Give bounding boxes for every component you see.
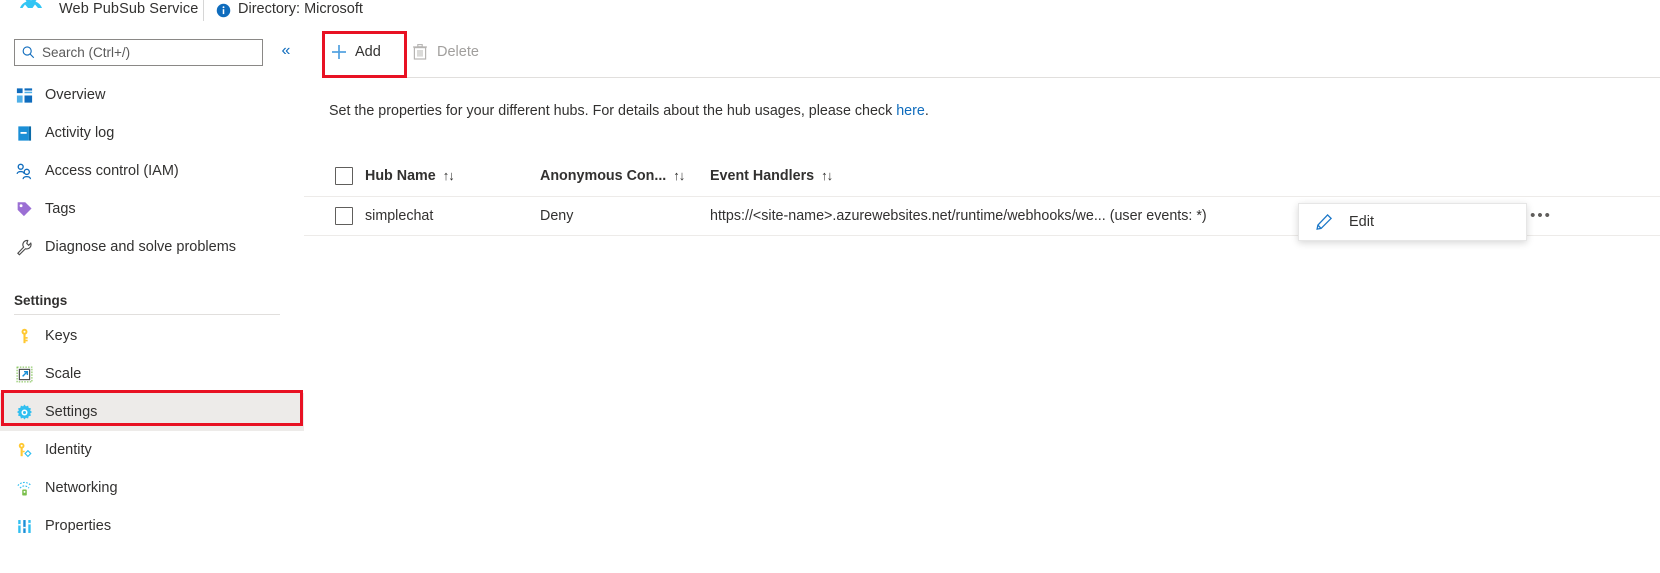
activity-log-icon xyxy=(14,123,34,143)
sidebar-item-scale[interactable]: Scale xyxy=(0,355,304,393)
access-control-icon xyxy=(14,161,34,181)
sidebar-item-label: Networking xyxy=(45,480,118,496)
sidebar-item-label: Activity log xyxy=(45,125,115,141)
scale-icon xyxy=(14,364,34,384)
row-select-checkbox[interactable] xyxy=(335,207,353,225)
sidebar-item-diagnose[interactable]: Diagnose and solve problems xyxy=(0,228,304,266)
sidebar-item-networking[interactable]: Networking xyxy=(0,469,304,507)
plus-icon xyxy=(332,45,346,59)
description-suffix: . xyxy=(924,103,929,119)
column-header-anonymous-connect[interactable]: Anonymous Con... ↑↓ xyxy=(540,167,685,185)
table-header-row: Hub Name ↑↓ Anonymous Con... ↑↓ Event Hand… xyxy=(304,156,1660,196)
identity-key-icon xyxy=(14,440,34,460)
sort-icon[interactable]: ↑↓ xyxy=(821,168,833,183)
column-label: Hub Name xyxy=(365,168,436,184)
sidebar-group-divider xyxy=(14,314,280,315)
azure-logo-icon xyxy=(20,0,42,8)
sidebar-item-label: Tags xyxy=(45,201,76,217)
sidebar-search xyxy=(14,39,263,66)
networking-icon xyxy=(14,478,34,498)
add-button-label: Add xyxy=(355,44,381,60)
wrench-icon xyxy=(14,237,34,257)
pencil-icon xyxy=(1316,213,1333,230)
search-box[interactable] xyxy=(14,39,263,66)
sidebar-item-tags[interactable]: Tags xyxy=(0,190,304,228)
service-name: Web PubSub Service xyxy=(59,1,199,17)
sidebar-group-header: Settings xyxy=(14,293,68,308)
azure-portal-page: Web PubSub Service Directory: Microsoft … xyxy=(0,0,1660,573)
cell-hub-name: simplechat xyxy=(365,208,434,224)
sidebar-item-identity[interactable]: Identity xyxy=(0,431,304,469)
page-description: Set the properties for your different hu… xyxy=(329,103,929,119)
search-icon xyxy=(22,46,35,59)
column-label: Anonymous Con... xyxy=(540,168,667,184)
sidebar-item-label: Properties xyxy=(45,518,112,534)
description-text: Set the properties for your different hu… xyxy=(329,103,897,119)
topbar-divider xyxy=(203,0,204,21)
key-icon xyxy=(14,326,34,346)
info-icon xyxy=(216,3,231,18)
sidebar-item-label: Settings xyxy=(45,404,98,420)
hub-usages-link[interactable]: here xyxy=(896,103,925,119)
row-context-menu: Edit xyxy=(1298,203,1527,241)
sidebar-item-label: Scale xyxy=(45,366,82,382)
context-menu-item-label: Edit xyxy=(1349,214,1374,230)
column-label: Event Handlers xyxy=(710,168,815,184)
sidebar-item-overview[interactable]: Overview xyxy=(0,76,304,114)
sidebar-item-label: Access control (IAM) xyxy=(45,163,179,179)
sidebar-item-label: Identity xyxy=(45,442,92,458)
column-header-event-handlers[interactable]: Event Handlers ↑↓ xyxy=(710,167,833,185)
command-bar-divider xyxy=(322,77,1660,78)
gear-icon xyxy=(14,402,34,422)
sidebar-item-access-control[interactable]: Access control (IAM) xyxy=(0,152,304,190)
collapse-sidebar-button[interactable]: « xyxy=(276,40,296,62)
cell-event-handlers: https://<site-name>.azurewebsites.net/ru… xyxy=(710,208,1207,224)
sidebar-item-settings[interactable]: Settings xyxy=(0,393,304,431)
trash-icon xyxy=(413,44,427,60)
sidebar: « Overview xyxy=(0,26,304,573)
sort-icon[interactable]: ↑↓ xyxy=(443,168,455,183)
overview-icon xyxy=(14,85,34,105)
properties-icon xyxy=(14,516,34,536)
command-bar: Add Delete xyxy=(304,26,1660,78)
top-breadcrumb-bar: Web PubSub Service Directory: Microsoft xyxy=(0,0,1660,26)
main-content: Add Delete Set the properties for your d… xyxy=(304,26,1660,573)
sidebar-nav-list: Overview Activity log Access control (IA… xyxy=(0,76,304,545)
context-menu-item-edit[interactable]: Edit xyxy=(1299,204,1526,240)
row-more-actions-button[interactable]: ••• xyxy=(1526,205,1556,227)
select-all-checkbox[interactable] xyxy=(335,167,353,185)
delete-button[interactable]: Delete xyxy=(412,38,479,66)
sort-icon[interactable]: ↑↓ xyxy=(673,168,685,183)
directory-label: Directory: Microsoft xyxy=(238,1,363,17)
sidebar-item-label: Overview xyxy=(45,87,106,103)
sidebar-item-keys[interactable]: Keys xyxy=(0,317,304,355)
delete-button-label: Delete xyxy=(437,44,479,60)
sidebar-item-label: Keys xyxy=(45,328,78,344)
column-header-hub-name[interactable]: Hub Name ↑↓ xyxy=(365,167,455,185)
cell-anonymous-connect: Deny xyxy=(540,208,574,224)
sidebar-item-label: Diagnose and solve problems xyxy=(45,239,237,255)
sidebar-item-properties[interactable]: Properties xyxy=(0,507,304,545)
search-input[interactable] xyxy=(42,45,242,60)
add-button[interactable]: Add xyxy=(330,38,381,66)
tag-icon xyxy=(14,199,34,219)
sidebar-item-activity-log[interactable]: Activity log xyxy=(0,114,304,152)
